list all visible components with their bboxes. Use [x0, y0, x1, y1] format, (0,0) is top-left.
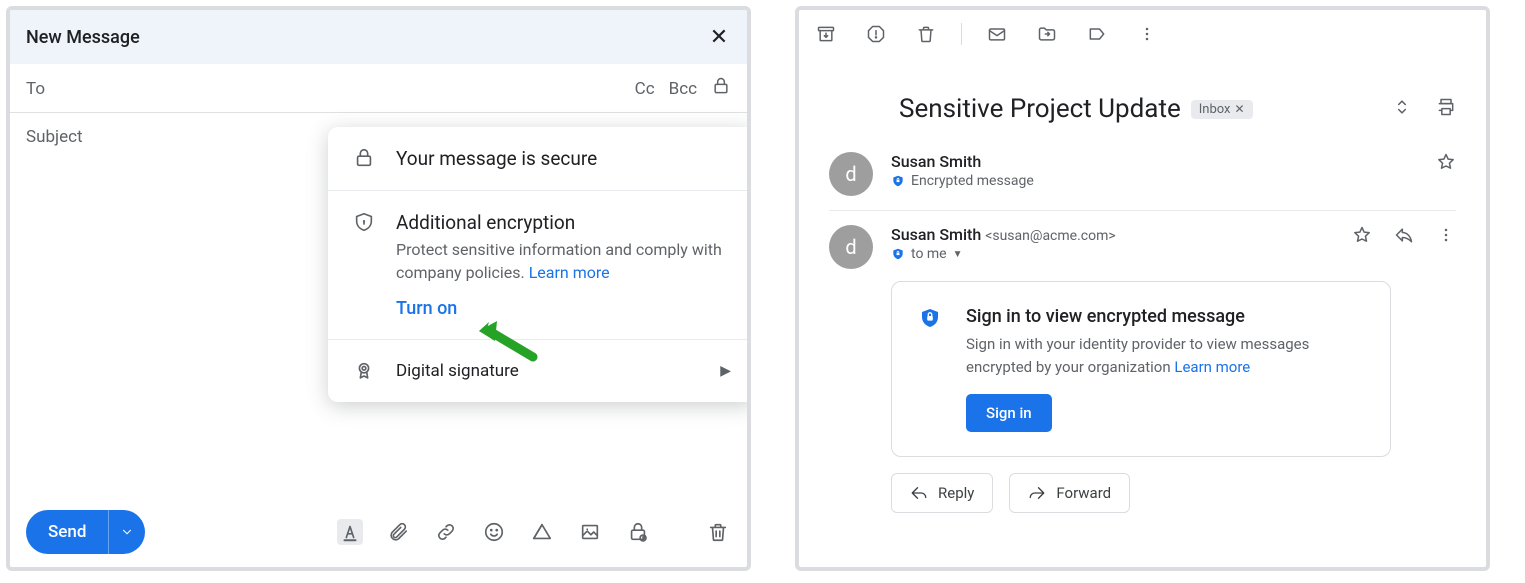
- message-item-expanded: d Susan Smith <susan@acme.com> to me ▼: [829, 211, 1456, 273]
- send-button[interactable]: Send: [26, 510, 145, 554]
- encrypted-indicator: Encrypted message: [891, 173, 1034, 189]
- card-desc: Sign in with your identity provider to v…: [966, 333, 1364, 378]
- secure-row: Your message is secure: [328, 127, 751, 191]
- text-format-icon[interactable]: [337, 519, 363, 545]
- digital-signature-row[interactable]: Digital signature ▶: [328, 340, 751, 402]
- inbox-chip-label: Inbox: [1199, 102, 1231, 117]
- sender-email: <susan@acme.com>: [985, 228, 1115, 244]
- discard-icon[interactable]: [705, 519, 731, 545]
- digital-signature-icon: [352, 360, 376, 382]
- learn-more-link[interactable]: Learn more: [529, 263, 610, 282]
- sender-name: Susan Smith: [891, 152, 1034, 171]
- drive-icon[interactable]: [529, 519, 555, 545]
- to-label: to me: [911, 246, 947, 262]
- message-view: Sensitive Project Update Inbox ✕ d Susan…: [795, 6, 1490, 571]
- avatar: d: [829, 225, 873, 269]
- compose-title: New Message: [26, 27, 140, 48]
- message-item-collapsed[interactable]: d Susan Smith Encrypted message: [829, 138, 1456, 211]
- subject-row: Sensitive Project Update Inbox ✕: [899, 94, 1456, 124]
- attach-icon[interactable]: [385, 519, 411, 545]
- message-toolbar: [799, 10, 1486, 58]
- toolbar-separator: [961, 23, 962, 45]
- inbox-chip[interactable]: Inbox ✕: [1191, 100, 1253, 119]
- enc-desc: Protect sensitive information and comply…: [396, 238, 731, 284]
- compose-toolbar: Send: [10, 497, 747, 567]
- forward-label: Forward: [1056, 484, 1111, 502]
- reply-button[interactable]: Reply: [891, 473, 993, 513]
- compose-header: New Message ✕: [10, 10, 747, 65]
- more-icon[interactable]: [1136, 23, 1158, 45]
- link-icon[interactable]: [433, 519, 459, 545]
- subject-placeholder: Subject: [26, 127, 83, 147]
- encryption-row: Additional encryption Protect sensitive …: [328, 191, 751, 340]
- to-line[interactable]: to me ▼: [891, 246, 1116, 262]
- chevron-right-icon: ▶: [720, 363, 731, 379]
- send-label[interactable]: Send: [26, 510, 109, 554]
- reply-label: Reply: [938, 484, 974, 502]
- encrypted-label: Encrypted message: [911, 173, 1034, 189]
- inbox-chip-remove-icon[interactable]: ✕: [1234, 102, 1244, 116]
- compose-window: New Message ✕ To Cc Bcc Subject Your mes…: [6, 6, 751, 571]
- shield-icon: [918, 306, 946, 432]
- card-desc-text: Sign in with your identity provider to v…: [966, 335, 1309, 376]
- print-icon[interactable]: [1436, 97, 1456, 121]
- format-toolbar: [337, 519, 731, 545]
- reply-icon[interactable]: [1394, 225, 1414, 249]
- archive-icon[interactable]: [815, 23, 837, 45]
- subject-text: Sensitive Project Update: [899, 94, 1181, 124]
- send-dropdown[interactable]: [109, 510, 145, 554]
- reply-forward-row: Reply Forward: [891, 473, 1456, 513]
- cc-button[interactable]: Cc: [635, 79, 655, 99]
- move-to-icon[interactable]: [1036, 23, 1058, 45]
- sender-name: Susan Smith: [891, 225, 981, 244]
- lock-icon: [352, 147, 376, 170]
- encryption-lock-icon[interactable]: [711, 76, 731, 101]
- mark-unread-icon[interactable]: [986, 23, 1008, 45]
- encrypted-message-card: Sign in to view encrypted message Sign i…: [891, 281, 1391, 457]
- to-label: To: [26, 79, 45, 99]
- security-popup: Your message is secure Additional encryp…: [328, 127, 751, 402]
- enc-title: Additional encryption: [396, 211, 731, 234]
- star-icon[interactable]: [1436, 152, 1456, 176]
- card-title: Sign in to view encrypted message: [966, 306, 1364, 327]
- ds-title: Digital signature: [396, 361, 519, 381]
- emoji-icon[interactable]: [481, 519, 507, 545]
- delete-icon[interactable]: [915, 23, 937, 45]
- expand-icon[interactable]: [1392, 97, 1412, 121]
- turn-on-button[interactable]: Turn on: [396, 298, 731, 319]
- confidential-icon[interactable]: [625, 519, 651, 545]
- secure-title: Your message is secure: [396, 147, 731, 170]
- image-icon[interactable]: [577, 519, 603, 545]
- signin-button[interactable]: Sign in: [966, 394, 1052, 432]
- close-icon[interactable]: ✕: [707, 25, 731, 50]
- spam-icon[interactable]: [865, 23, 887, 45]
- star-icon[interactable]: [1352, 225, 1372, 249]
- bcc-button[interactable]: Bcc: [669, 79, 697, 99]
- message-body: Sensitive Project Update Inbox ✕ d Susan…: [799, 58, 1486, 513]
- forward-button[interactable]: Forward: [1009, 473, 1130, 513]
- shield-lock-icon: [352, 211, 376, 319]
- sender-name-line: Susan Smith <susan@acme.com>: [891, 225, 1116, 244]
- to-field-row[interactable]: To Cc Bcc: [10, 65, 747, 113]
- card-learn-more-link[interactable]: Learn more: [1174, 358, 1250, 376]
- chevron-down-icon[interactable]: ▼: [953, 249, 963, 260]
- labels-icon[interactable]: [1086, 23, 1108, 45]
- avatar: d: [829, 152, 873, 196]
- more-icon[interactable]: [1436, 225, 1456, 249]
